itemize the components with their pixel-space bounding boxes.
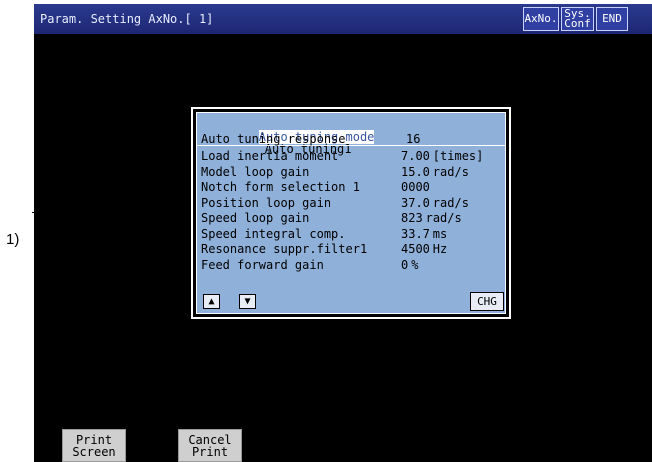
parameter-label: Feed forward gain xyxy=(201,258,324,272)
parameter-row[interactable]: Position loop gain 37.0 rad/s xyxy=(201,196,469,210)
chg-button[interactable]: CHG xyxy=(470,292,504,311)
sys-conf-line2: Conf xyxy=(564,17,591,30)
auto-tuning-mode-row[interactable]: Auto tuning mode Auto tuning1 xyxy=(201,119,375,155)
axno-button[interactable]: AxNo. xyxy=(523,7,559,31)
parameter-value: 37.0 xyxy=(401,196,430,210)
parameter-label: Speed loop gain xyxy=(201,211,310,225)
parameter-label: Model loop gain xyxy=(201,165,310,179)
cancel-print-line2: Print xyxy=(191,444,229,459)
parameter-row[interactable]: Speed integral comp. 33.7 ms xyxy=(201,227,447,241)
parameter-value: 7.00 xyxy=(401,149,430,163)
parameter-unit: ms xyxy=(432,227,448,241)
cancel-print-line1: Cancel xyxy=(188,432,232,447)
up-arrow-icon: ▲ xyxy=(208,296,215,307)
callout-label: 1) xyxy=(6,231,20,248)
parameter-unit: rad/s xyxy=(432,196,469,210)
parameter-value: 0 xyxy=(401,258,409,272)
parameter-row[interactable]: Feed forward gain 0% xyxy=(201,258,418,272)
parameter-row[interactable]: Resonance suppr.filter1 4500 Hz xyxy=(201,242,447,256)
parameter-row[interactable]: Load inertia moment 7.00 [times] xyxy=(201,149,483,163)
parameter-unit: [times] xyxy=(432,149,484,163)
print-screen-button[interactable]: Print Screen xyxy=(62,429,126,462)
parameter-unit: Hz xyxy=(432,242,448,256)
parameter-row[interactable]: Auto tuning response 16 xyxy=(201,132,420,146)
parameter-label: Resonance suppr.filter1 xyxy=(201,242,368,256)
parameter-panel: Auto tuning mode Auto tuning1 Auto tunin… xyxy=(196,112,506,314)
print-screen-line1: Print xyxy=(75,432,113,447)
scroll-down-button[interactable]: ▼ xyxy=(239,294,256,309)
cancel-print-button[interactable]: Cancel Print xyxy=(178,429,242,462)
parameter-row[interactable]: Speed loop gain 823 rad/s xyxy=(201,211,462,225)
parameter-window: Auto tuning mode Auto tuning1 Auto tunin… xyxy=(191,107,511,319)
parameter-value: 823 xyxy=(401,211,423,225)
parameter-unit: % xyxy=(411,258,419,272)
print-screen-line2: Screen xyxy=(72,444,116,459)
sys-conf-button[interactable]: Sys. Conf xyxy=(561,7,594,31)
parameter-label: Load inertia moment xyxy=(201,149,339,163)
scroll-up-button[interactable]: ▲ xyxy=(203,294,220,309)
parameter-row[interactable]: Notch form selection 1 0000 xyxy=(201,180,430,194)
parameter-value: 0000 xyxy=(401,180,430,194)
parameter-label: Position loop gain xyxy=(201,196,332,210)
hmi-screen: Param. Setting AxNo.[ 1] AxNo. Sys. Conf… xyxy=(34,4,652,462)
title-bar: Param. Setting AxNo.[ 1] AxNo. Sys. Conf… xyxy=(34,4,652,34)
parameter-label: Auto tuning response xyxy=(201,132,346,146)
parameter-value: 33.7 xyxy=(401,227,430,241)
parameter-row[interactable]: Model loop gain 15.0 rad/s xyxy=(201,165,469,179)
parameter-label: Speed integral comp. xyxy=(201,227,346,241)
parameter-value: 15.0 xyxy=(401,165,430,179)
parameter-value: 16 xyxy=(406,132,421,146)
end-button[interactable]: END xyxy=(596,7,628,31)
parameter-value: 4500 xyxy=(401,242,430,256)
parameter-unit: rad/s xyxy=(432,165,469,179)
parameter-label: Notch form selection 1 xyxy=(201,180,360,194)
parameter-unit: rad/s xyxy=(425,211,462,225)
screen-title: Param. Setting AxNo.[ 1] xyxy=(40,12,214,26)
down-arrow-icon: ▼ xyxy=(244,296,251,307)
